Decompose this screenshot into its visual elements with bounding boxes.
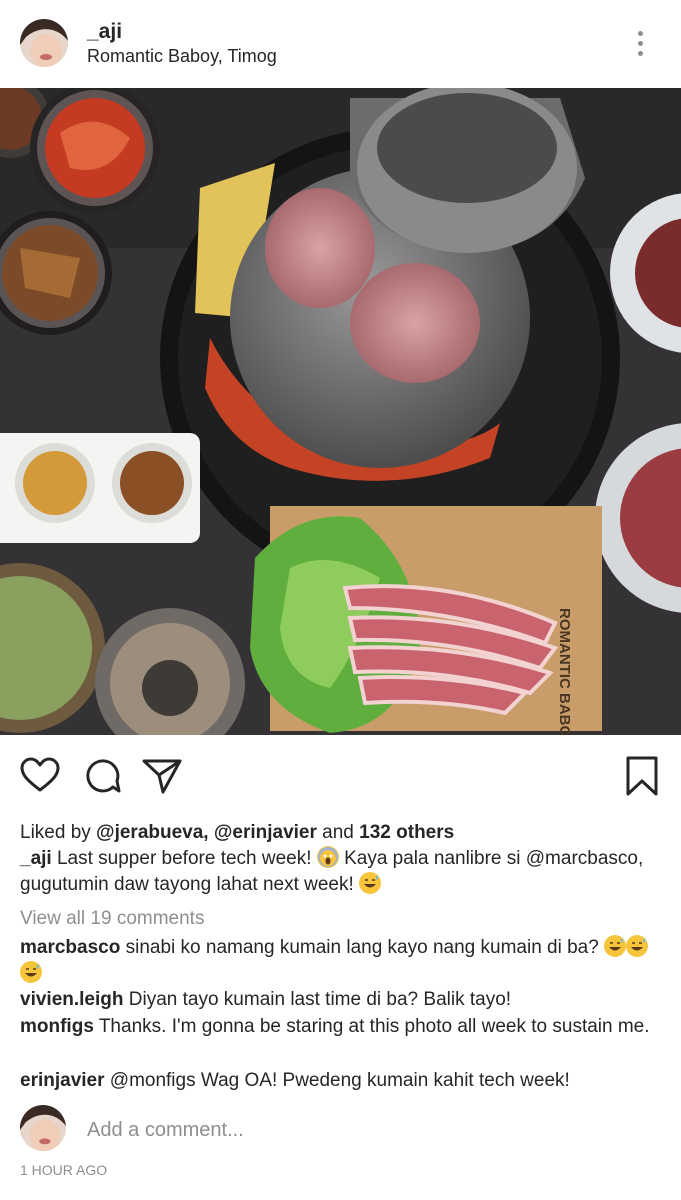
liked-by-prefix: Liked by bbox=[20, 822, 97, 843]
liked-user-link[interactable]: @erinjavier bbox=[214, 822, 317, 843]
comment-text: Diyan tayo kumain last time di ba? Balik… bbox=[123, 989, 512, 1010]
sweat-smile-emoji-icon bbox=[20, 961, 42, 983]
bookmark-icon[interactable] bbox=[620, 754, 664, 798]
heart-icon[interactable] bbox=[18, 754, 62, 798]
view-all-comments-link[interactable]: View all 19 comments bbox=[20, 906, 670, 932]
comment-text: @monfigs Wag OA! Pwedeng kumain kahit te… bbox=[104, 1070, 570, 1091]
post-caption: _aji Last supper before tech week! Kaya … bbox=[20, 846, 670, 898]
post-header: _aji Romantic Baboy, Timog bbox=[0, 0, 681, 88]
three-dots-vertical-icon[interactable] bbox=[628, 28, 654, 60]
scream-emoji-icon bbox=[316, 846, 339, 868]
liked-user-link[interactable]: @jerabueva, bbox=[96, 822, 209, 843]
post-username[interactable]: _aji bbox=[87, 20, 122, 44]
sweat-smile-emoji-icon bbox=[626, 935, 649, 957]
liked-and-text: and bbox=[316, 822, 360, 843]
paper-plane-icon[interactable] bbox=[140, 754, 184, 798]
comment-item: vivien.leigh Diyan tayo kumain last time… bbox=[20, 987, 670, 1013]
comment-username[interactable]: monfigs bbox=[20, 1016, 94, 1037]
comment-text: sinabi ko namang kumain lang kayo nang k… bbox=[120, 937, 605, 958]
sweat-smile-emoji-icon bbox=[359, 872, 382, 894]
caption-text: Last supper before tech week! bbox=[51, 848, 317, 869]
comment-username[interactable]: marcbasco bbox=[20, 937, 120, 958]
comment-item: marcbasco sinabi ko namang kumain lang k… bbox=[20, 935, 670, 987]
likes-summary: Liked by @jerabueva, @erinjavier and 132… bbox=[20, 820, 670, 846]
comment-item: erinjavier @monfigs Wag OA! Pwedeng kuma… bbox=[20, 1068, 670, 1094]
comment-username[interactable]: vivien.leigh bbox=[20, 989, 123, 1010]
caption-username[interactable]: _aji bbox=[20, 848, 52, 869]
post-location[interactable]: Romantic Baboy, Timog bbox=[87, 46, 277, 67]
comment-text: Thanks. I'm gonna be staring at this pho… bbox=[93, 1016, 650, 1037]
sweat-smile-emoji-icon bbox=[604, 935, 627, 957]
board-brand-text: ROMANTIC BABOY bbox=[556, 608, 573, 735]
comment-item: monfigs Thanks. I'm gonna be staring at … bbox=[20, 1014, 670, 1040]
post-photo[interactable]: ROMANTIC BABOY bbox=[0, 88, 681, 735]
comment-bubble-icon[interactable] bbox=[80, 754, 124, 798]
current-user-avatar bbox=[20, 1105, 66, 1151]
post-actions bbox=[0, 740, 681, 810]
user-avatar[interactable] bbox=[20, 19, 68, 67]
likes-count-link[interactable]: 132 others bbox=[359, 822, 454, 843]
post-timestamp: 1 HOUR AGO bbox=[20, 1162, 108, 1178]
add-comment-input[interactable]: Add a comment... bbox=[87, 1117, 647, 1143]
comment-username[interactable]: erinjavier bbox=[20, 1070, 105, 1091]
